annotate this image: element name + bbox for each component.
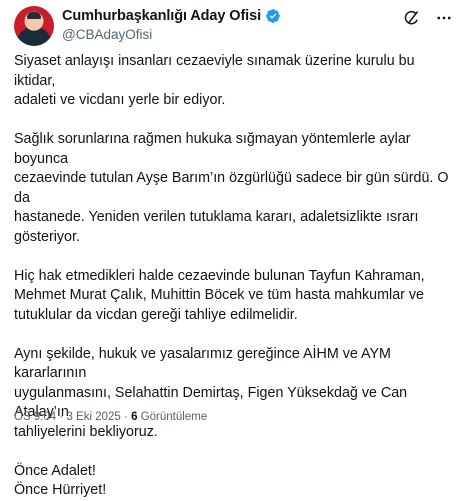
header-actions: [403, 9, 453, 27]
text-line: Önce Hürriyet!: [14, 482, 107, 498]
author-handle[interactable]: @CBAdayOfisi: [62, 27, 152, 42]
tweet-paragraph: Sağlık sorunlarına rağmen hukuka sığmaya…: [14, 130, 457, 247]
text-line: Önce Adalet!: [14, 462, 96, 479]
verified-badge-icon: [265, 8, 281, 24]
tweet-meta: ÖS 9:04 · 3 Eki 2025 · 6 Görüntüleme: [14, 411, 207, 423]
tweet-paragraph: Aynı şekilde, hukuk ve yasalarımız gereğ…: [14, 345, 457, 443]
grok-icon[interactable]: [403, 9, 421, 27]
tweet-date[interactable]: 3 Eki 2025: [66, 411, 120, 423]
tweet-header: Cumhurbaşkanlığı Aday Ofisi @CBAdayOfisi: [14, 6, 455, 46]
text-line: Aynı şekilde, hukuk ve yasalarımız gereğ…: [14, 345, 391, 382]
text-line: Mehmet Murat Çalık, Muhittin Böcek ve tü…: [14, 287, 424, 303]
tweet-card: Cumhurbaşkanlığı Aday Ofisi @CBAdayOfisi: [0, 0, 469, 498]
text-line: adaleti ve vicdanı yerle bir ediyor.: [14, 92, 226, 108]
tweet-paragraph: Siyaset anlayışı insanları cezaeviyle sı…: [14, 52, 457, 111]
meta-separator: ·: [59, 411, 64, 423]
text-line: Sağlık sorunlarına rağmen hukuka sığmaya…: [14, 131, 411, 167]
more-icon[interactable]: [435, 9, 453, 27]
text-line: Hiç hak etmedikleri halde cezaevinde bul…: [14, 267, 425, 284]
tweet-paragraph: Önce Adalet! Önce Hürriyet!: [14, 462, 457, 501]
author-display-name[interactable]: Cumhurbaşkanlığı Aday Ofisi: [62, 8, 261, 24]
meta-separator: ·: [124, 411, 128, 423]
text-line: cezaevinde tutulan Ayşe Barım’ın özgürlü…: [14, 170, 449, 206]
text-line: tahliyelerini bekliyoruz.: [14, 423, 158, 440]
text-line: Siyaset anlayışı insanları cezaeviyle sı…: [14, 53, 415, 89]
text-line: hastanede. Yeniden verilen tutuklama kar…: [14, 209, 419, 225]
tweet-text: Siyaset anlayışı insanları cezaeviyle sı…: [14, 52, 457, 501]
tweet-time[interactable]: ÖS 9:04: [14, 411, 56, 423]
author-name-row[interactable]: Cumhurbaşkanlığı Aday Ofisi: [62, 8, 281, 24]
views-count: 6: [131, 411, 138, 423]
views-label: Görüntüleme: [140, 411, 208, 423]
text-line: gösteriyor.: [14, 228, 80, 245]
avatar[interactable]: [14, 6, 54, 46]
text-line: tutuklular da vicdan gereği tahliye edil…: [14, 306, 298, 323]
tweet-paragraph: Hiç hak etmedikleri halde cezaevinde bul…: [14, 267, 457, 326]
